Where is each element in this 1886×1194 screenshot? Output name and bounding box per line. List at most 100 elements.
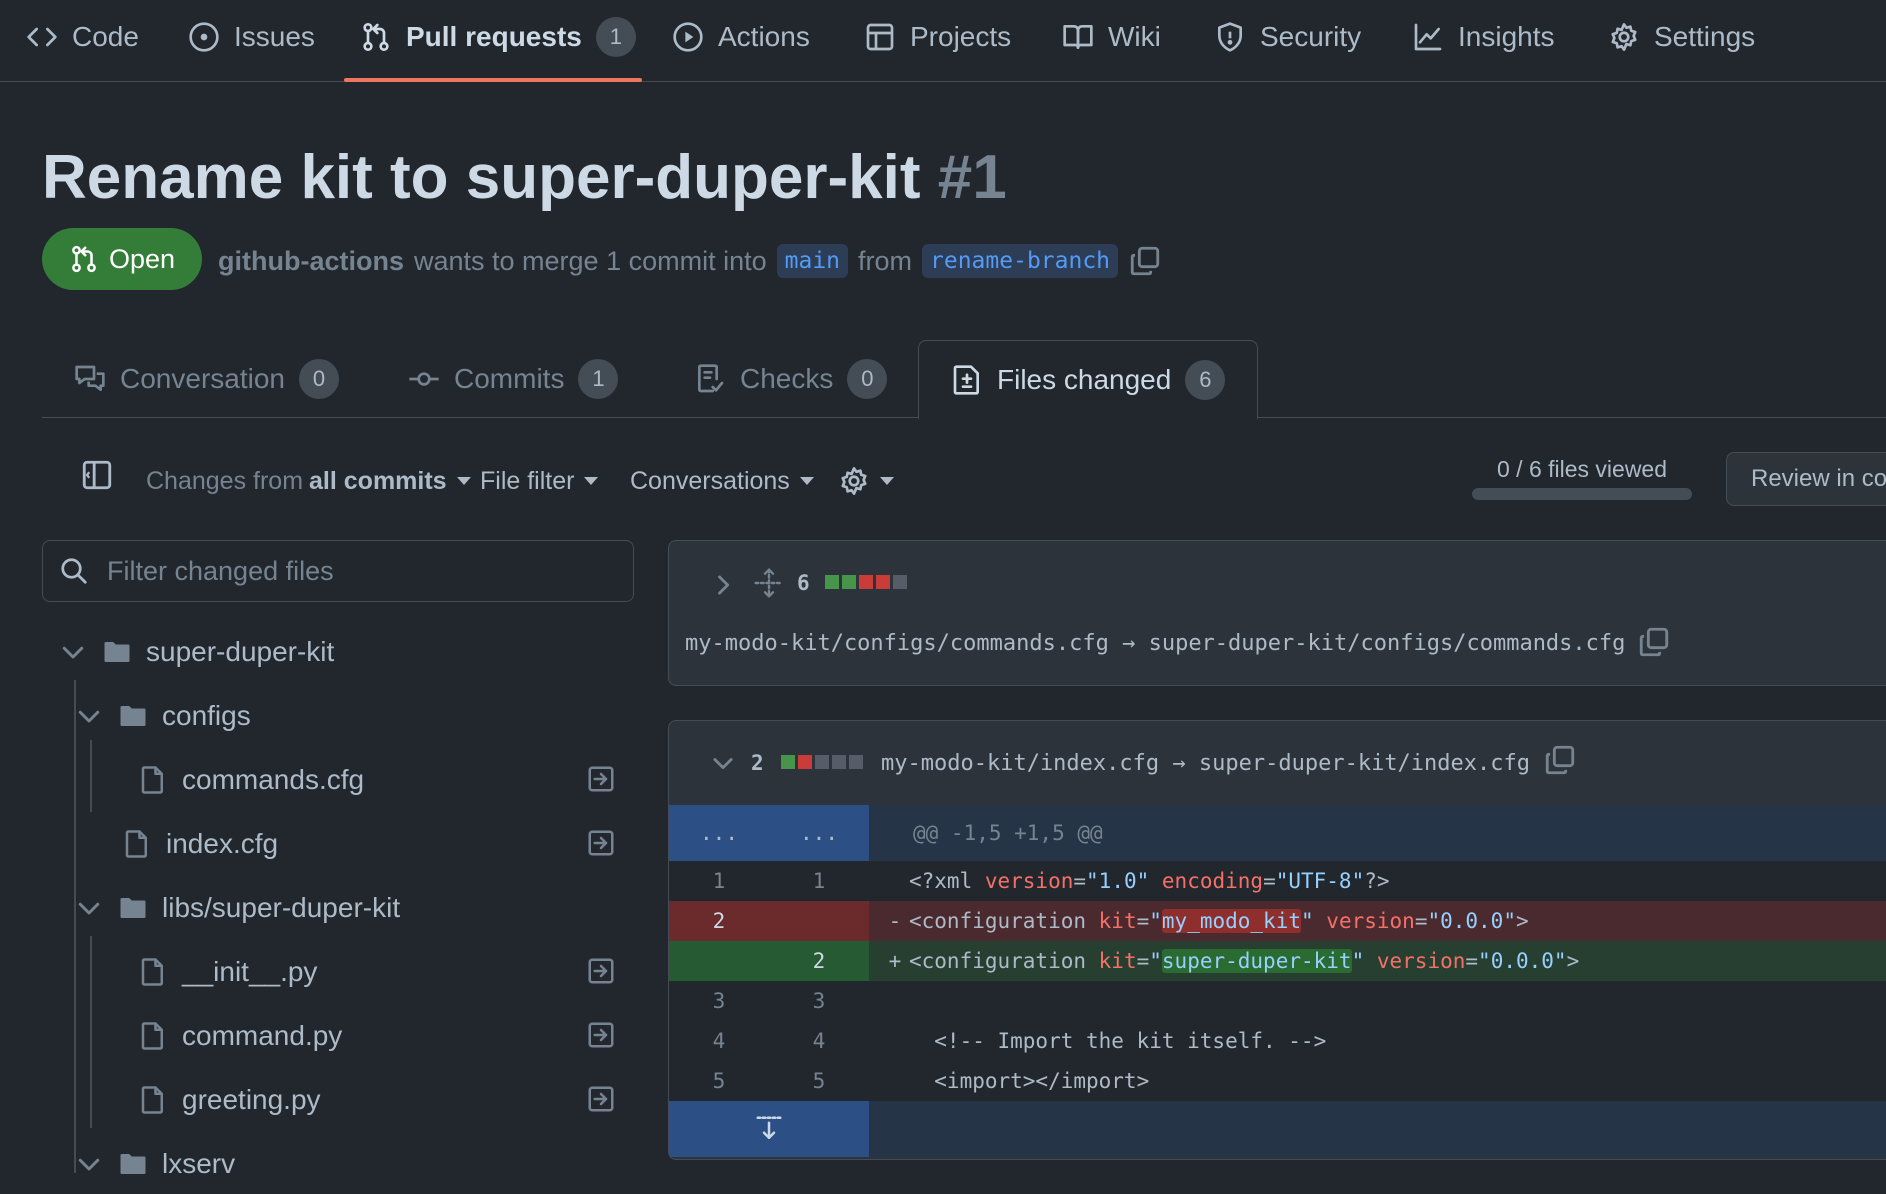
tab-count: 1 [578,359,619,399]
line-number-old[interactable]: 4 [669,1021,769,1061]
file-change-count: 6 [797,571,810,595]
tab-checks[interactable]: Checks 0 [694,340,888,418]
tree-item-label: command.py [182,1020,343,1051]
nav-projects[interactable]: Projects [864,0,1011,74]
nav-settings[interactable]: Settings [1608,0,1755,74]
code-token: " [1351,949,1365,973]
code-token: <configuration [909,949,1099,973]
diff-line: 4 4 <!-- Import the kit itself. --> [669,1021,1886,1061]
tree-file[interactable]: index.cfg [122,814,278,874]
chevron-down-icon [58,637,88,667]
chevron-down-icon[interactable] [709,749,737,777]
copy-path-icon[interactable] [1543,743,1577,777]
file-path[interactable]: my-modo-kit/configs/commands.cfg → super… [685,631,1625,656]
fold-down-icon [754,1114,784,1144]
files-viewed-progress [1472,488,1692,500]
file-diff-index-cfg: 2 my-modo-kit/index.cfg → super-duper-ki… [668,720,1886,1160]
tab-count: 0 [847,359,888,399]
hunk-expand-old[interactable]: ... [669,805,769,861]
filter-changed-files [42,540,634,602]
jump-to-file-icon[interactable] [586,1020,616,1050]
nav-security[interactable]: Security [1214,0,1361,74]
copy-branch-icon[interactable] [1128,244,1162,278]
line-number-old[interactable]: 3 [669,981,769,1021]
conversations-dropdown[interactable]: Conversations [630,460,814,502]
base-branch-link[interactable]: main [776,244,849,278]
tree-folder[interactable]: libs/super-duper-kit [74,878,400,938]
line-number-old[interactable]: 1 [669,861,769,901]
jump-to-file-icon[interactable] [586,956,616,986]
chevron-down-icon [74,701,104,731]
line-number-new[interactable] [769,901,869,941]
chevron-down-icon [74,893,104,923]
diffstat-square-neutral [849,755,863,769]
code-line: <import></import> [869,1061,1886,1101]
nav-actions[interactable]: Actions [672,0,810,74]
gear-icon [1608,21,1640,53]
review-in-codespace-button[interactable]: Review in codespace [1726,452,1886,506]
hunk-expand-new[interactable]: ... [769,805,869,861]
chevron-down-icon [584,477,599,485]
expand-down-button[interactable] [669,1101,869,1157]
code-token: = [1136,949,1150,973]
issue-opened-icon [188,21,220,53]
tree-file[interactable]: command.py [138,1006,342,1066]
copy-path-icon[interactable] [1637,625,1671,659]
nav-issues[interactable]: Issues [188,0,315,74]
code-token: kit [1098,949,1137,973]
diffstat-square-neutral [893,575,907,589]
chevron-down-icon [456,477,471,485]
chevron-down-icon [799,477,814,485]
tab-conversation[interactable]: Conversation 0 [74,340,339,418]
line-number-old[interactable]: 5 [669,1061,769,1101]
code-token: = [1414,909,1428,933]
line-number-old[interactable] [669,941,769,981]
nav-insights[interactable]: Insights [1412,0,1555,74]
nav-wiki[interactable]: Wiki [1062,0,1161,74]
line-number-new[interactable]: 2 [769,941,869,981]
line-number-new[interactable]: 1 [769,861,869,901]
diff-line-deleted: 2 - <configuration kit = " my_modo_kit " vers… [669,901,1886,941]
jump-to-file-icon[interactable] [586,764,616,794]
code-token: kit [1098,909,1137,933]
filter-files-input[interactable] [105,554,589,588]
code-token: " [1149,949,1162,973]
jump-to-file-icon[interactable] [586,1084,616,1114]
chevron-right-icon[interactable] [709,571,737,599]
file-change-count: 2 [751,751,764,775]
diff-settings-button[interactable] [838,460,894,502]
tree-file[interactable]: greeting.py [138,1070,321,1130]
diff-table: ... ... @@ -1,5 +1,5 @@ 1 1 <?xml versio… [669,805,1886,1157]
code-token: version [1376,949,1466,973]
nav-code[interactable]: Code [26,0,139,74]
pr-state-label: Open [108,243,176,274]
tree-file[interactable]: commands.cfg [138,750,364,810]
tree-folder[interactable]: super-duper-kit [58,622,334,682]
code-token: > [1515,909,1529,933]
head-branch-link[interactable]: rename-branch [922,244,1119,278]
line-number-new[interactable]: 3 [769,981,869,1021]
changes-from-dropdown[interactable]: Changes from all commits [146,460,471,502]
jump-to-file-icon[interactable] [586,828,616,858]
nav-label: Wiki [1108,21,1161,52]
nav-pull-requests[interactable]: Pull requests 1 [360,0,636,74]
tree-item-label: lxserv [162,1148,236,1179]
pr-author-link[interactable]: github-actions [218,246,404,277]
sidebar-toggle-icon[interactable] [80,458,114,492]
tab-label: Files changed [997,364,1172,395]
line-number-old[interactable]: 2 [669,901,769,941]
tree-folder[interactable]: lxserv [74,1134,235,1194]
diff-line: 3 3 [669,981,1886,1021]
tree-file[interactable]: __init__.py [138,942,317,1002]
pr-tabs: Conversation 0 Commits 1 Checks 0 Files … [42,340,1886,419]
file-filter-dropdown[interactable]: File filter [480,460,599,502]
file-path[interactable]: my-modo-kit/index.cfg → super-duper-kit/… [881,751,1530,776]
line-number-new[interactable]: 5 [769,1061,869,1101]
tab-files-changed[interactable]: Files changed 6 [918,340,1259,419]
line-number-new[interactable]: 4 [769,1021,869,1061]
tree-folder[interactable]: configs [74,686,251,746]
tab-commits[interactable]: Commits 1 [408,340,619,418]
code-line: <!-- Import the kit itself. --> [869,1021,1886,1061]
tree-item-label: configs [162,700,251,731]
file-icon [138,1085,168,1115]
